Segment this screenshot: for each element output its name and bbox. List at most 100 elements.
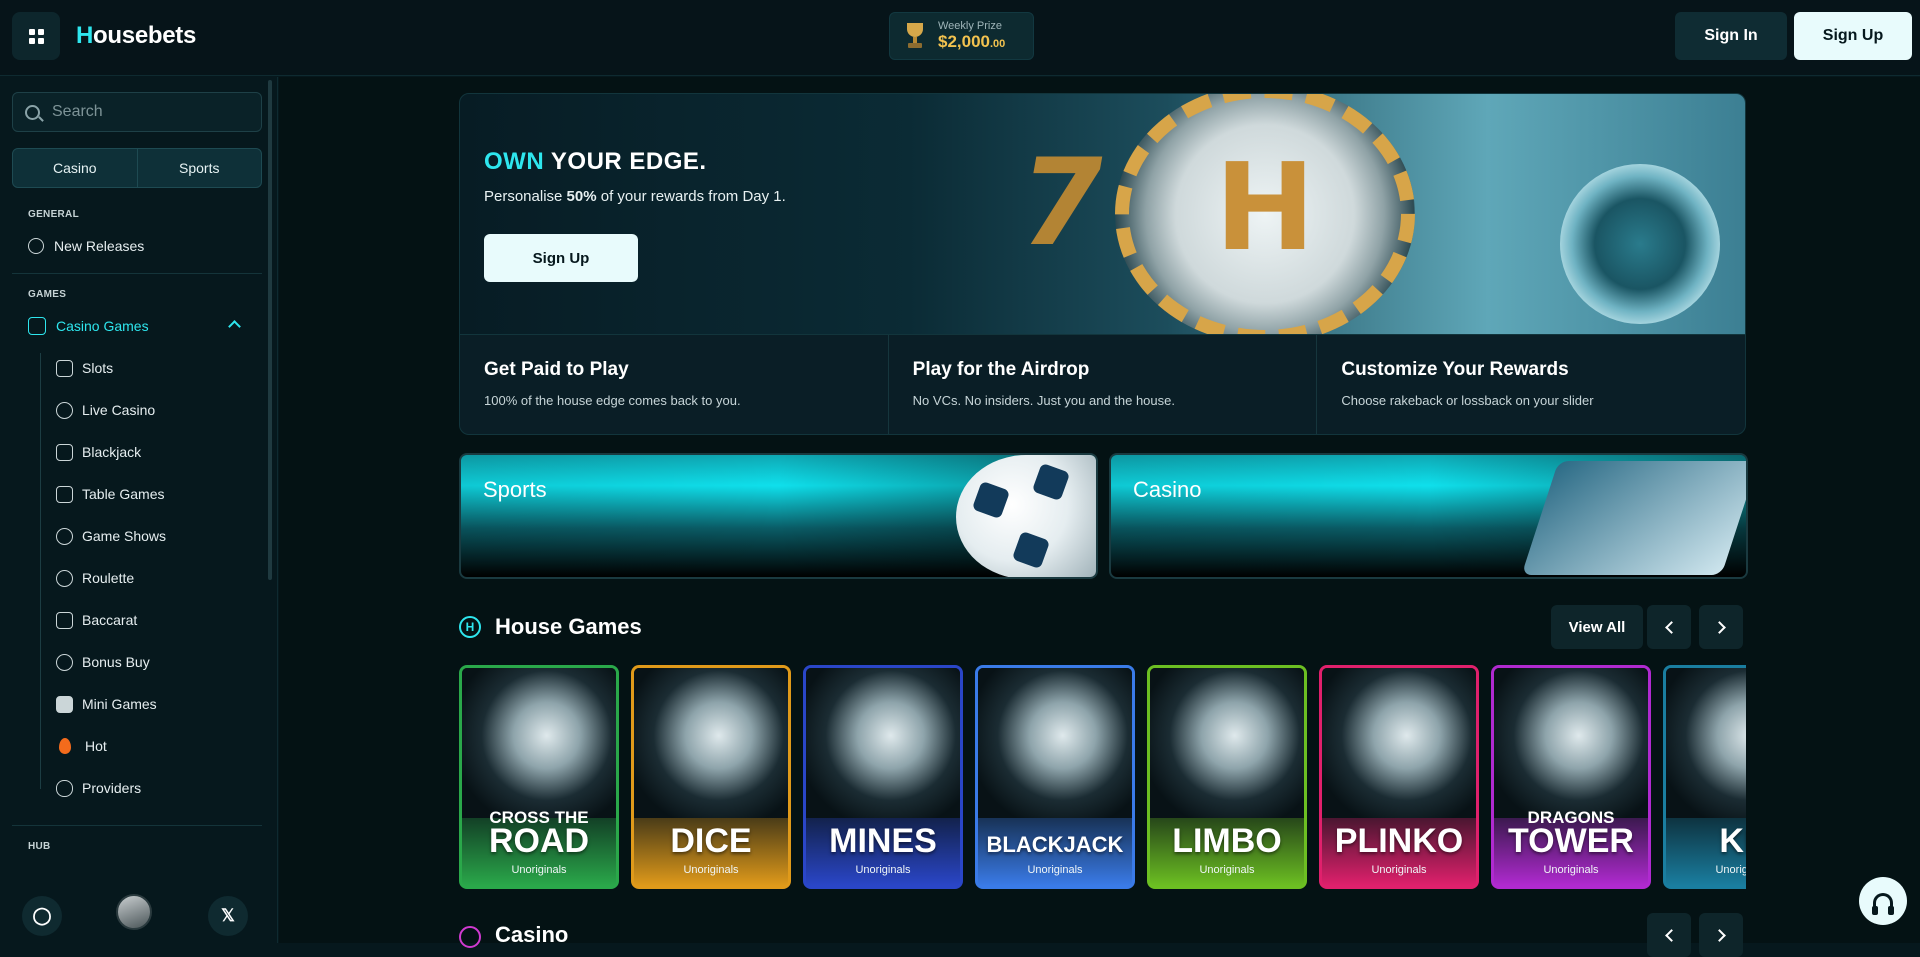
game-card[interactable]: DICE Unoriginals — [631, 665, 791, 889]
hero-banner[interactable]: 7 H OWN YOUR EDGE. Personalise 50% of yo… — [459, 93, 1746, 335]
prize-amount: $2,000.00 — [938, 32, 1006, 51]
game-provider: Unoriginals — [1543, 864, 1599, 876]
menu-button[interactable] — [12, 12, 60, 60]
feature-title: Play for the Airdrop — [912, 359, 1090, 380]
game-card[interactable]: DRAGONS TOWER Unoriginals — [1491, 665, 1651, 889]
playing-cards-art — [1521, 461, 1746, 575]
chevron-up-icon[interactable] — [228, 320, 241, 333]
feature-card: Get Paid to Play 100% of the house edge … — [460, 335, 889, 434]
avatar[interactable] — [116, 894, 152, 930]
sidebar-item-new-releases[interactable]: New Releases — [28, 231, 144, 261]
sidebar-item-roulette[interactable]: Roulette — [56, 563, 134, 593]
sidebar-item-blackjack[interactable]: Blackjack — [56, 437, 141, 467]
game-card[interactable]: LIMBO Unoriginals — [1147, 665, 1307, 889]
sidebar-item-live-casino[interactable]: Live Casino — [56, 395, 155, 425]
roulette-art — [1560, 164, 1720, 324]
game-art — [806, 668, 960, 818]
prize-label: Weekly Prize — [938, 20, 1002, 32]
casino-next-arrow-button[interactable] — [1699, 913, 1743, 957]
feature-title: Get Paid to Play — [484, 359, 629, 380]
game-name: KE — [1719, 822, 1746, 860]
search-input[interactable] — [52, 103, 242, 121]
divider — [12, 825, 262, 826]
housebets-logo[interactable]: Housebets — [76, 22, 196, 50]
seven-art: 7 — [1007, 134, 1116, 273]
casino-section-icon — [459, 926, 481, 948]
bag-icon — [56, 653, 73, 671]
sidebar-item-game-shows[interactable]: Game Shows — [56, 521, 166, 551]
game-name: ROAD — [488, 822, 590, 860]
chevron-right-icon — [1712, 620, 1726, 634]
play-icon — [56, 401, 73, 419]
game-card[interactable]: MINES Unoriginals — [803, 665, 963, 889]
next-arrow-button[interactable] — [1699, 605, 1743, 649]
game-name: BLACKJACK — [986, 832, 1124, 857]
table-games-icon — [56, 485, 73, 503]
category-title: Sports — [483, 477, 547, 502]
slots-icon — [56, 359, 73, 377]
submenu-line — [40, 353, 41, 789]
game-art — [634, 668, 788, 818]
sign-in-button[interactable]: Sign In — [1675, 12, 1787, 60]
feature-card: Customize Your Rewards Choose rakeback o… — [1317, 335, 1745, 434]
view-all-button[interactable]: View All — [1551, 605, 1643, 649]
x-twitter-icon[interactable]: 𝕏 — [208, 896, 248, 936]
game-art — [1494, 668, 1648, 818]
feature-desc: 100% of the house edge comes back to you… — [484, 393, 741, 408]
hub-section-label: HUB — [28, 841, 51, 852]
hero-sign-up-button[interactable]: Sign Up — [484, 234, 638, 282]
sidebar-item-mini-games[interactable]: Mini Games — [56, 689, 157, 719]
sidebar-item-baccarat[interactable]: Baccarat — [56, 605, 137, 635]
hero-title: OWN YOUR EDGE. — [484, 148, 707, 175]
house-games-icon: H — [459, 616, 481, 638]
weekly-prize-badge[interactable]: Weekly Prize $2,000.00 — [889, 12, 1034, 60]
divider — [12, 273, 262, 274]
sign-up-button[interactable]: Sign Up — [1794, 12, 1912, 60]
feature-desc: No VCs. No insiders. Just you and the ho… — [912, 393, 1175, 408]
trophy-icon — [904, 23, 926, 49]
game-name: PLINKO — [1334, 822, 1464, 860]
casino-prev-arrow-button[interactable] — [1647, 913, 1691, 957]
game-art — [978, 668, 1132, 818]
tab-casino[interactable]: Casino — [13, 149, 138, 187]
games-section-label: GAMES — [28, 289, 67, 300]
slot-machine-icon — [28, 317, 46, 335]
sidebar-scrollbar[interactable] — [268, 80, 272, 580]
game-card[interactable]: KE Unoriginals — [1663, 665, 1746, 889]
tab-sports[interactable]: Sports — [138, 149, 262, 187]
support-chat-button[interactable] — [1859, 877, 1907, 925]
sidebar-item-slots[interactable]: Slots — [56, 353, 113, 383]
main-content: 7 H OWN YOUR EDGE. Personalise 50% of yo… — [279, 77, 1920, 957]
instagram-icon[interactable]: ◯ — [22, 896, 62, 936]
chevron-left-icon — [1664, 620, 1678, 634]
sidebar-item-table-games[interactable]: Table Games — [56, 479, 164, 509]
game-card[interactable]: BLACKJACK Unoriginals — [975, 665, 1135, 889]
game-card[interactable]: CROSS THE ROAD Unoriginals — [459, 665, 619, 889]
sidebar-item-hot[interactable]: Hot — [56, 731, 107, 761]
prev-arrow-button[interactable] — [1647, 605, 1691, 649]
general-section-label: GENERAL — [28, 209, 79, 220]
sports-category-card[interactable]: Sports — [459, 453, 1098, 579]
game-art — [1150, 668, 1304, 818]
game-provider: Unoriginals — [855, 864, 911, 876]
feature-desc: Choose rakeback or lossback on your slid… — [1341, 393, 1594, 408]
chevron-right-icon — [1712, 928, 1726, 942]
game-name: LIMBO — [1172, 822, 1282, 860]
game-name: DICE — [670, 822, 752, 860]
sidebar-item-providers[interactable]: Providers — [56, 773, 141, 803]
house-games-carousel: CROSS THE ROAD Unoriginals DICE Unoriginals M… — [459, 665, 1746, 889]
casino-category-card[interactable]: Casino — [1109, 453, 1748, 579]
search-box[interactable] — [12, 92, 262, 132]
features-strip: Get Paid to Play 100% of the house edge … — [459, 335, 1746, 435]
soccer-ball-art — [956, 455, 1096, 577]
game-provider: Unoriginals — [1715, 864, 1746, 876]
sidebar-item-bonus-buy[interactable]: Bonus Buy — [56, 647, 150, 677]
game-art — [462, 668, 616, 818]
fire-icon — [59, 738, 71, 754]
roulette-icon — [56, 569, 73, 587]
sidebar-item-casino-games[interactable]: Casino Games — [28, 311, 149, 341]
headset-icon — [1872, 893, 1894, 915]
feature-title: Customize Your Rewards — [1341, 359, 1569, 380]
game-card[interactable]: PLINKO Unoriginals — [1319, 665, 1479, 889]
game-provider: Unoriginals — [1027, 864, 1083, 876]
